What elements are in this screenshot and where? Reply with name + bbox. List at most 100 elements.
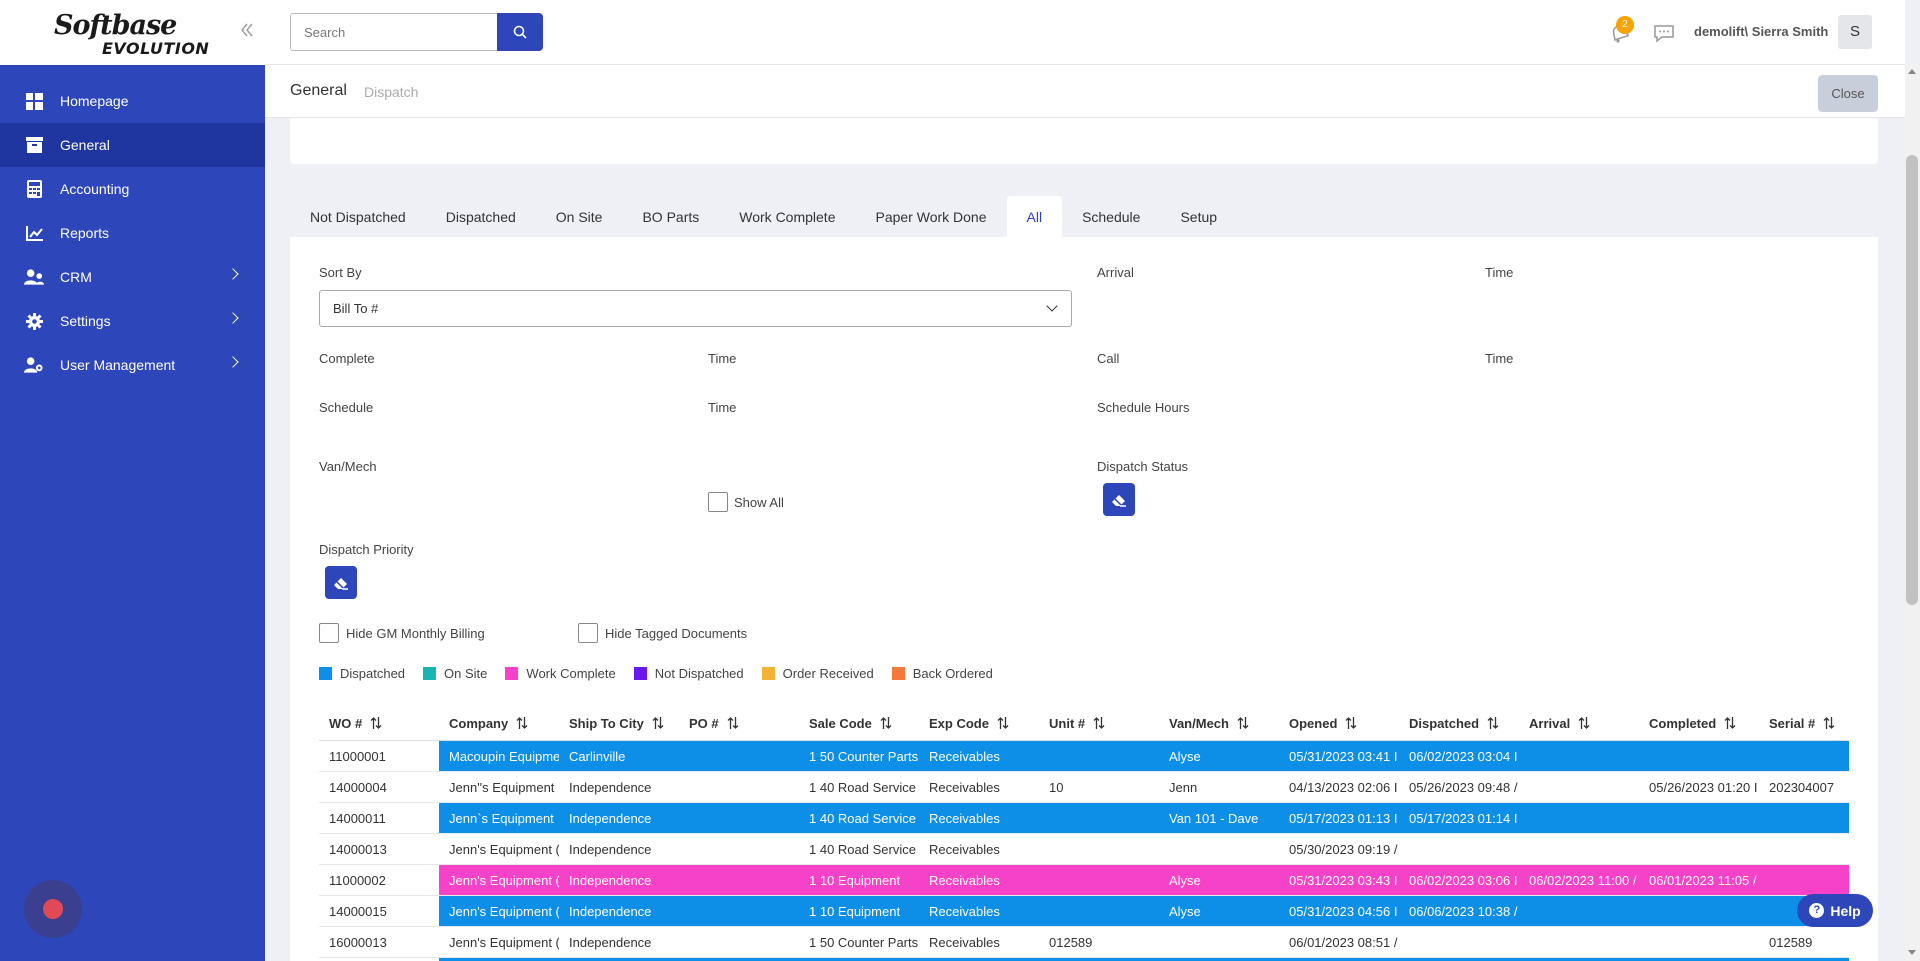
clear-dispatch-status-button[interactable] — [1103, 483, 1135, 516]
sort-icon[interactable] — [1487, 716, 1499, 730]
close-button[interactable]: Close — [1818, 75, 1878, 112]
legend-swatch — [633, 667, 647, 680]
sidebar-item-general[interactable]: General — [0, 123, 265, 167]
breadcrumb-main[interactable]: General — [290, 82, 347, 100]
table-cell: Alyse — [1159, 741, 1279, 771]
scroll-down-arrow-icon[interactable] — [1908, 950, 1916, 955]
table-row[interactable]: 14000015 Jenn's Equipment (Independence 1 … — [319, 896, 1849, 927]
column-header[interactable]: Completed — [1639, 706, 1759, 740]
column-header[interactable]: Van/Mech — [1159, 706, 1279, 740]
table-cell — [1519, 927, 1639, 957]
sort-icon[interactable] — [1093, 716, 1105, 730]
column-header[interactable]: Dispatched — [1399, 706, 1519, 740]
column-header[interactable]: Opened — [1279, 706, 1399, 740]
sort-by-select[interactable]: Bill To # — [319, 290, 1072, 327]
collapse-sidebar-button[interactable] — [237, 20, 257, 44]
table-cell — [1759, 741, 1849, 771]
username[interactable]: demolift\ Sierra Smith — [1694, 24, 1828, 39]
call-label: Call — [1097, 351, 1120, 366]
sidebar-item-reports[interactable]: Reports — [0, 211, 265, 255]
hide-gm-checkbox[interactable] — [319, 623, 339, 643]
sidebar-item-crm[interactable]: CRM — [0, 255, 265, 299]
table-cell: Receivables — [919, 834, 1039, 864]
sort-icon[interactable] — [997, 716, 1009, 730]
help-button[interactable]: ? Help — [1797, 894, 1873, 927]
messages-button[interactable] — [1652, 21, 1676, 45]
column-header[interactable]: Sale Code — [799, 706, 919, 740]
sidebar-item-settings[interactable]: Settings — [0, 299, 265, 343]
hide-tagged-checkbox[interactable] — [578, 623, 598, 643]
column-header[interactable]: Exp Code — [919, 706, 1039, 740]
tab-setup[interactable]: Setup — [1160, 196, 1237, 237]
tab-all[interactable]: All — [1006, 196, 1063, 237]
table-cell: Jenn's Equipment ( — [439, 896, 559, 926]
sort-icon[interactable] — [727, 716, 739, 730]
table-cell — [1159, 927, 1279, 957]
sort-icon[interactable] — [1237, 716, 1249, 730]
sort-icon[interactable] — [1724, 716, 1736, 730]
record-button[interactable] — [24, 880, 82, 938]
tab-bo-parts[interactable]: BO Parts — [622, 196, 719, 237]
legend-swatch — [423, 667, 437, 680]
table-row[interactable]: 11000001 Macoupin Equipme Carlinville 1 50 … — [319, 741, 1849, 772]
table-cell: Independence — [559, 865, 679, 895]
dispatch-tabs: Not Dispatched Dispatched On Site BO Par… — [290, 196, 1237, 237]
scroll-up-arrow-icon[interactable] — [1908, 69, 1916, 74]
table-cell: Independence — [559, 927, 679, 957]
scrollbar-thumb[interactable] — [1906, 155, 1918, 605]
notification-badge: 2 — [1616, 16, 1634, 34]
sidebar-item-homepage[interactable]: Homepage — [0, 79, 265, 123]
search-button[interactable] — [497, 13, 543, 51]
table-cell: Carlinville — [559, 741, 679, 771]
column-header[interactable]: Ship To City — [559, 706, 679, 740]
dispatch-priority-label: Dispatch Priority — [319, 542, 414, 557]
show-all-checkbox[interactable] — [708, 492, 728, 512]
search-input[interactable] — [290, 13, 499, 51]
column-header[interactable]: WO # — [319, 706, 439, 740]
sort-icon[interactable] — [516, 716, 528, 730]
tab-paper-work-done[interactable]: Paper Work Done — [855, 196, 1006, 237]
tab-on-site[interactable]: On Site — [536, 196, 623, 237]
sidebar-nav: Homepage General Accounting Reports CRM … — [0, 79, 265, 387]
chevron-right-icon — [227, 312, 239, 324]
avatar[interactable]: S — [1838, 15, 1872, 49]
tab-dispatched[interactable]: Dispatched — [426, 196, 536, 237]
sort-icon[interactable] — [1578, 716, 1590, 730]
tab-not-dispatched[interactable]: Not Dispatched — [290, 196, 426, 237]
table-row[interactable]: 11000002 Jenn's Equipment (Independence 1 … — [319, 865, 1849, 896]
tab-schedule[interactable]: Schedule — [1062, 196, 1160, 237]
chevron-right-icon — [227, 356, 239, 368]
table-cell — [1519, 896, 1639, 926]
column-header[interactable]: Serial # — [1759, 706, 1849, 740]
table-row[interactable]: 14000011 Jenn`s Equipment Independence 1 40… — [319, 803, 1849, 834]
legend-label: Work Complete — [526, 666, 616, 681]
table-cell — [679, 803, 799, 833]
sort-icon[interactable] — [370, 716, 382, 730]
column-header[interactable]: PO # — [679, 706, 799, 740]
table-row[interactable]: 14000013 Jenn's Equipment (Independence 1 … — [319, 834, 1849, 865]
sort-icon[interactable] — [652, 716, 664, 730]
table-cell: Independence — [559, 772, 679, 802]
column-header[interactable]: Arrival — [1519, 706, 1639, 740]
logo: Softbase EVOLUTION — [54, 12, 209, 59]
table-row[interactable]: 14000004 Jenn''s Equipment Independence 1 4… — [319, 772, 1849, 803]
legend-label: On Site — [444, 666, 488, 681]
sidebar-item-accounting[interactable]: Accounting — [0, 167, 265, 211]
table-cell: 14000013 — [319, 834, 439, 864]
table-cell — [1519, 803, 1639, 833]
sidebar-item-label: Homepage — [60, 93, 129, 109]
clear-dispatch-priority-button[interactable] — [325, 566, 357, 599]
column-header-label: Sale Code — [809, 715, 872, 731]
hide-tagged-label: Hide Tagged Documents — [605, 626, 748, 641]
column-header[interactable]: Company — [439, 706, 559, 740]
table-body: 11000001 Macoupin Equipme Carlinville 1 50 … — [319, 741, 1849, 961]
table-cell — [1159, 834, 1279, 864]
sidebar-item-user-management[interactable]: User Management — [0, 343, 265, 387]
column-header-label: PO # — [689, 715, 719, 731]
table-row[interactable]: 16000013 Jenn's Equipment (Independence 1 … — [319, 927, 1849, 958]
sort-icon[interactable] — [880, 716, 892, 730]
sort-icon[interactable] — [1823, 716, 1835, 730]
tab-work-complete[interactable]: Work Complete — [719, 196, 855, 237]
sort-icon[interactable] — [1345, 716, 1357, 730]
column-header[interactable]: Unit # — [1039, 706, 1159, 740]
